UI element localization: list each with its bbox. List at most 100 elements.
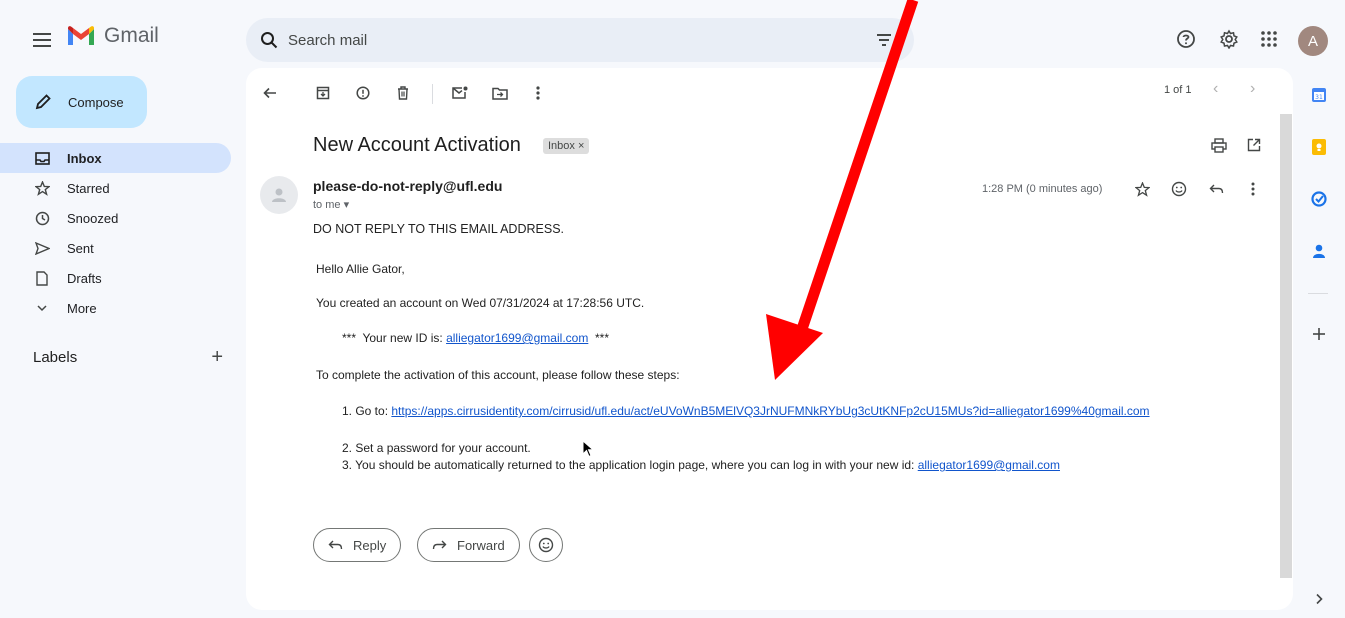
account-avatar[interactable]: A <box>1298 26 1328 56</box>
body-step-2: 2. Set a password for your account. <box>342 441 531 455</box>
move-to-folder-icon <box>492 87 508 100</box>
calendar-button[interactable]: 31 <box>1308 84 1330 106</box>
reply-label: Reply <box>353 537 387 553</box>
more-vert-icon <box>1251 182 1255 196</box>
keep-button[interactable] <box>1308 136 1330 158</box>
sidebar-item-label: Drafts <box>67 270 102 286</box>
sidebar-item-snoozed[interactable]: Snoozed <box>0 203 231 233</box>
get-addons-button[interactable] <box>1308 323 1330 345</box>
main-menu-button[interactable] <box>30 28 54 52</box>
body-step-1: 1. Go to: https://apps.cirrusidentity.co… <box>342 404 1150 418</box>
labels-heading: Labels <box>33 349 78 366</box>
star-button[interactable] <box>1131 178 1153 200</box>
contacts-button[interactable] <box>1308 240 1330 262</box>
sidebar-item-label: Sent <box>67 240 94 256</box>
reply-icon <box>1209 184 1223 194</box>
body-greeting: Hello Allie Gator, <box>316 262 405 276</box>
body-instructions: To complete the activation of this accou… <box>316 368 680 382</box>
sidebar-item-starred[interactable]: Starred <box>0 173 231 203</box>
reply-button[interactable]: Reply <box>313 528 402 562</box>
email-timestamp: 1:28 PM (0 minutes ago) <box>982 183 1103 195</box>
tasks-button[interactable] <box>1308 188 1330 210</box>
mark-unread-icon <box>452 86 468 99</box>
print-button[interactable] <box>1208 134 1230 156</box>
scrollbar[interactable] <box>1280 114 1292 578</box>
gear-icon <box>1220 29 1238 49</box>
pagination-count: 1 of 1 <box>1164 84 1192 96</box>
sidebar-item-more[interactable]: More <box>0 293 231 323</box>
gmail-logo[interactable]: Gmail <box>66 24 159 48</box>
search-input[interactable]: Search mail <box>288 32 367 49</box>
mark-unread-button[interactable] <box>449 82 471 104</box>
next-page-icon[interactable]: › <box>1250 80 1255 98</box>
search-icon[interactable] <box>260 31 278 49</box>
emoji-reaction-button[interactable] <box>529 528 563 562</box>
compose-button[interactable]: Compose <box>16 76 147 128</box>
open-in-new-icon <box>1247 138 1261 152</box>
move-to-button[interactable] <box>489 82 511 104</box>
sidebar-item-label: Starred <box>67 180 110 196</box>
sidebar-item-label: Inbox <box>67 150 102 166</box>
body-notice: DO NOT REPLY TO THIS EMAIL ADDRESS. <box>313 222 565 236</box>
sidebar-item-drafts[interactable]: Drafts <box>0 263 231 293</box>
send-icon <box>34 240 50 256</box>
new-id-suffix: *** <box>588 331 610 345</box>
settings-button[interactable] <box>1216 26 1242 52</box>
sidebar-item-inbox[interactable]: Inbox <box>0 143 231 173</box>
body-step-3: 3. You should be automatically returned … <box>342 458 1060 472</box>
print-icon <box>1211 137 1227 153</box>
archive-button[interactable] <box>312 82 334 104</box>
open-new-window-button[interactable] <box>1243 134 1265 156</box>
svg-text:31: 31 <box>1315 94 1323 101</box>
mouse-cursor-icon <box>582 440 594 458</box>
search-options-icon[interactable] <box>874 30 894 50</box>
previous-page-icon[interactable]: ‹ <box>1213 80 1218 98</box>
sender-address[interactable]: please-do-not-reply@ufl.edu <box>313 178 502 194</box>
sidebar-item-label: More <box>67 300 97 316</box>
recipient-details[interactable]: to me ▾ <box>313 198 349 211</box>
draft-icon <box>34 270 50 286</box>
forward-icon <box>432 540 447 550</box>
forward-button[interactable]: Forward <box>417 528 520 562</box>
search-bar[interactable]: Search mail <box>246 18 914 62</box>
compose-label: Compose <box>68 94 124 110</box>
gmail-m-icon <box>68 26 94 45</box>
login-id-link[interactable]: alliegator1699@gmail.com <box>918 458 1060 472</box>
add-label-icon[interactable]: + <box>211 346 223 369</box>
email-subject: New Account Activation <box>313 134 521 156</box>
back-button[interactable] <box>259 82 281 104</box>
emoji-icon <box>1171 181 1187 197</box>
activation-link[interactable]: https://apps.cirrusidentity.com/cirrusid… <box>391 404 1149 418</box>
support-button[interactable] <box>1173 26 1199 52</box>
reply-button-header[interactable] <box>1205 178 1227 200</box>
plus-icon <box>1313 328 1325 340</box>
chevron-right-icon <box>1316 593 1323 605</box>
person-icon <box>272 188 286 202</box>
tasks-icon <box>1311 191 1327 207</box>
help-icon <box>1177 30 1195 48</box>
archive-icon <box>316 86 330 100</box>
arrow-left-icon <box>263 87 276 99</box>
side-panel-divider <box>1308 293 1328 294</box>
show-side-panel-button[interactable] <box>1308 588 1330 610</box>
reply-icon <box>328 540 343 550</box>
hamburger-icon <box>33 33 51 47</box>
more-options-button[interactable] <box>527 82 549 104</box>
forward-label: Forward <box>457 537 505 553</box>
apps-button[interactable] <box>1256 26 1282 52</box>
new-id-prefix: *** Your new ID is: <box>342 331 447 345</box>
star-icon <box>34 180 50 196</box>
inbox-label-badge[interactable]: Inbox × <box>543 138 590 154</box>
clock-icon <box>34 210 50 226</box>
add-reaction-button[interactable] <box>1168 178 1190 200</box>
chevron-down-icon <box>34 300 50 316</box>
message-panel: 1 of 1 ‹ › New Account Activation Inbox … <box>246 68 1293 610</box>
report-spam-button[interactable] <box>352 82 374 104</box>
sender-avatar[interactable] <box>260 176 298 214</box>
star-icon <box>1134 181 1150 197</box>
message-more-button[interactable] <box>1242 178 1264 200</box>
delete-button[interactable] <box>392 82 414 104</box>
sidebar-item-sent[interactable]: Sent <box>0 233 231 263</box>
emoji-icon <box>538 537 554 553</box>
new-id-link[interactable]: alliegator1699@gmail.com <box>446 331 588 345</box>
